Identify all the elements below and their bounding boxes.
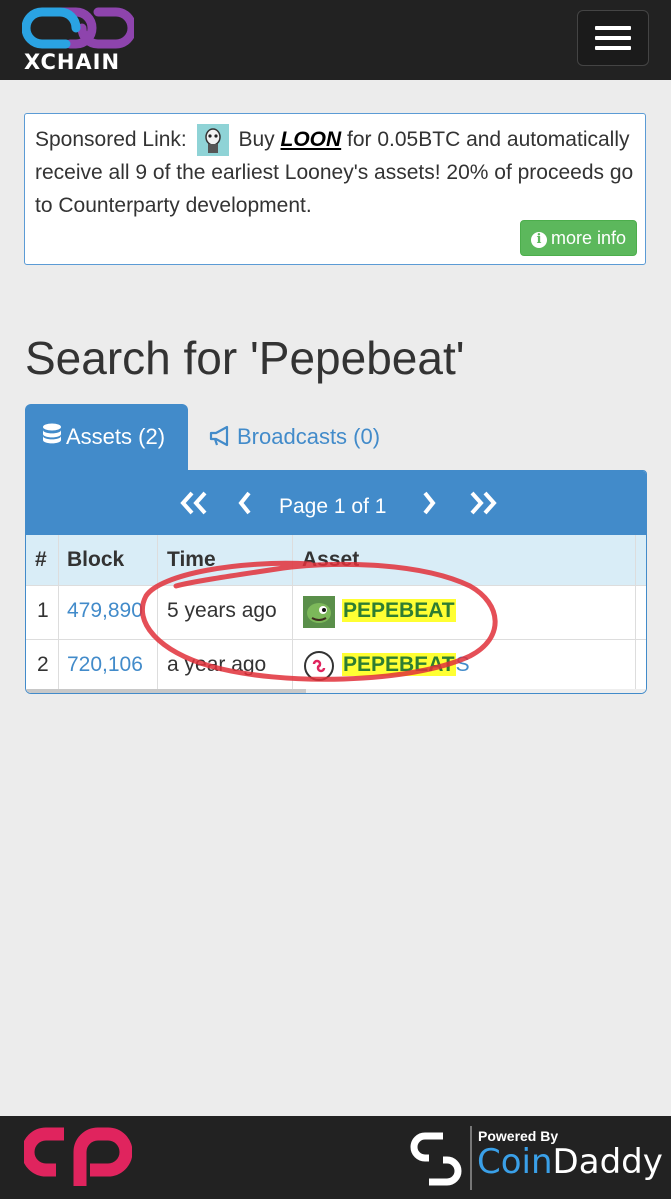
- pagination-bar: Page 1 of 1: [26, 471, 646, 535]
- database-icon: [43, 423, 61, 444]
- more-info-label: more info: [550, 228, 626, 248]
- sponsored-link-box: Sponsored Link: Buy LOON for 0.05BTC and…: [24, 113, 646, 265]
- coindaddy-brand-daddy: Daddy: [552, 1142, 663, 1182]
- tab-assets-label: Assets (2): [66, 424, 166, 449]
- menu-bar-icon: [595, 26, 631, 30]
- page-indicator: Page 1 of 1: [279, 495, 387, 518]
- row-number: 1: [37, 599, 49, 622]
- loon-asset-icon: [196, 124, 229, 157]
- menu-bar-icon: [595, 46, 631, 50]
- assets-table-panel: Page 1 of 1 # Block Time Asset 1 479,890…: [25, 470, 647, 694]
- asset-name[interactable]: PEPEBEATS: [342, 653, 470, 677]
- col-header-asset: Asset: [302, 548, 360, 571]
- row-time: 5 years ago: [167, 599, 277, 622]
- hamburger-menu-button[interactable]: [577, 10, 649, 66]
- tab-broadcasts[interactable]: Broadcasts (0): [209, 404, 380, 472]
- menu-bar-icon: [595, 36, 631, 40]
- col-header-time: Time: [167, 548, 216, 571]
- tab-assets[interactable]: Assets (2): [25, 404, 188, 472]
- asset-name-highlight: PEPEBEAT: [342, 653, 456, 676]
- pepe-asset-icon: [303, 596, 335, 628]
- table-header: # Block Time Asset: [26, 535, 646, 586]
- counterparty-asset-icon: [304, 651, 334, 681]
- table-row: 1 479,890 5 years ago PEPEBEAT: [26, 586, 646, 640]
- coindaddy-brand[interactable]: CoinDaddy: [477, 1142, 663, 1182]
- col-header-num: #: [35, 548, 47, 571]
- top-navbar: XCHAIN: [0, 0, 671, 80]
- column-divider: [635, 535, 636, 693]
- prev-page-icon[interactable]: [236, 489, 254, 517]
- info-icon: i: [530, 232, 547, 248]
- scrollbar-thumb[interactable]: [26, 689, 306, 693]
- table-row: 2 720,106 a year ago PEPEBEATS: [26, 640, 646, 693]
- first-page-icon[interactable]: [178, 489, 210, 517]
- column-divider: [292, 535, 293, 693]
- loon-asset-link[interactable]: LOON: [281, 128, 342, 151]
- coindaddy-logo-icon[interactable]: [405, 1128, 467, 1190]
- asset-name[interactable]: PEPEBEAT: [342, 599, 456, 623]
- next-page-icon[interactable]: [420, 489, 438, 517]
- bullhorn-icon: [209, 425, 229, 447]
- col-header-block: Block: [67, 548, 125, 571]
- horizontal-scrollbar[interactable]: [26, 689, 646, 693]
- counterparty-logo-icon[interactable]: [24, 1126, 132, 1190]
- asset-name-rest: S: [455, 653, 470, 676]
- row-number: 2: [37, 653, 49, 676]
- asset-name-highlight: PEPEBEAT: [342, 599, 456, 622]
- sponsor-prefix: Sponsored Link:: [35, 128, 187, 151]
- last-page-icon[interactable]: [467, 489, 499, 517]
- sponsor-buy: Buy: [238, 128, 275, 151]
- coindaddy-brand-coin: Coin: [477, 1142, 553, 1182]
- block-link[interactable]: 720,106: [67, 653, 143, 677]
- more-info-button[interactable]: i more info: [519, 220, 637, 256]
- column-divider: [58, 535, 59, 693]
- tab-broadcasts-label: Broadcasts (0): [237, 424, 381, 449]
- logo-text[interactable]: XCHAIN: [24, 50, 120, 74]
- block-link[interactable]: 479,890: [67, 599, 143, 623]
- footer-divider: [470, 1126, 472, 1190]
- column-divider: [157, 535, 158, 693]
- page-title: Search for 'Pepebeat': [25, 332, 465, 384]
- footer: Powered By CoinDaddy: [0, 1116, 671, 1199]
- row-time: a year ago: [167, 653, 267, 676]
